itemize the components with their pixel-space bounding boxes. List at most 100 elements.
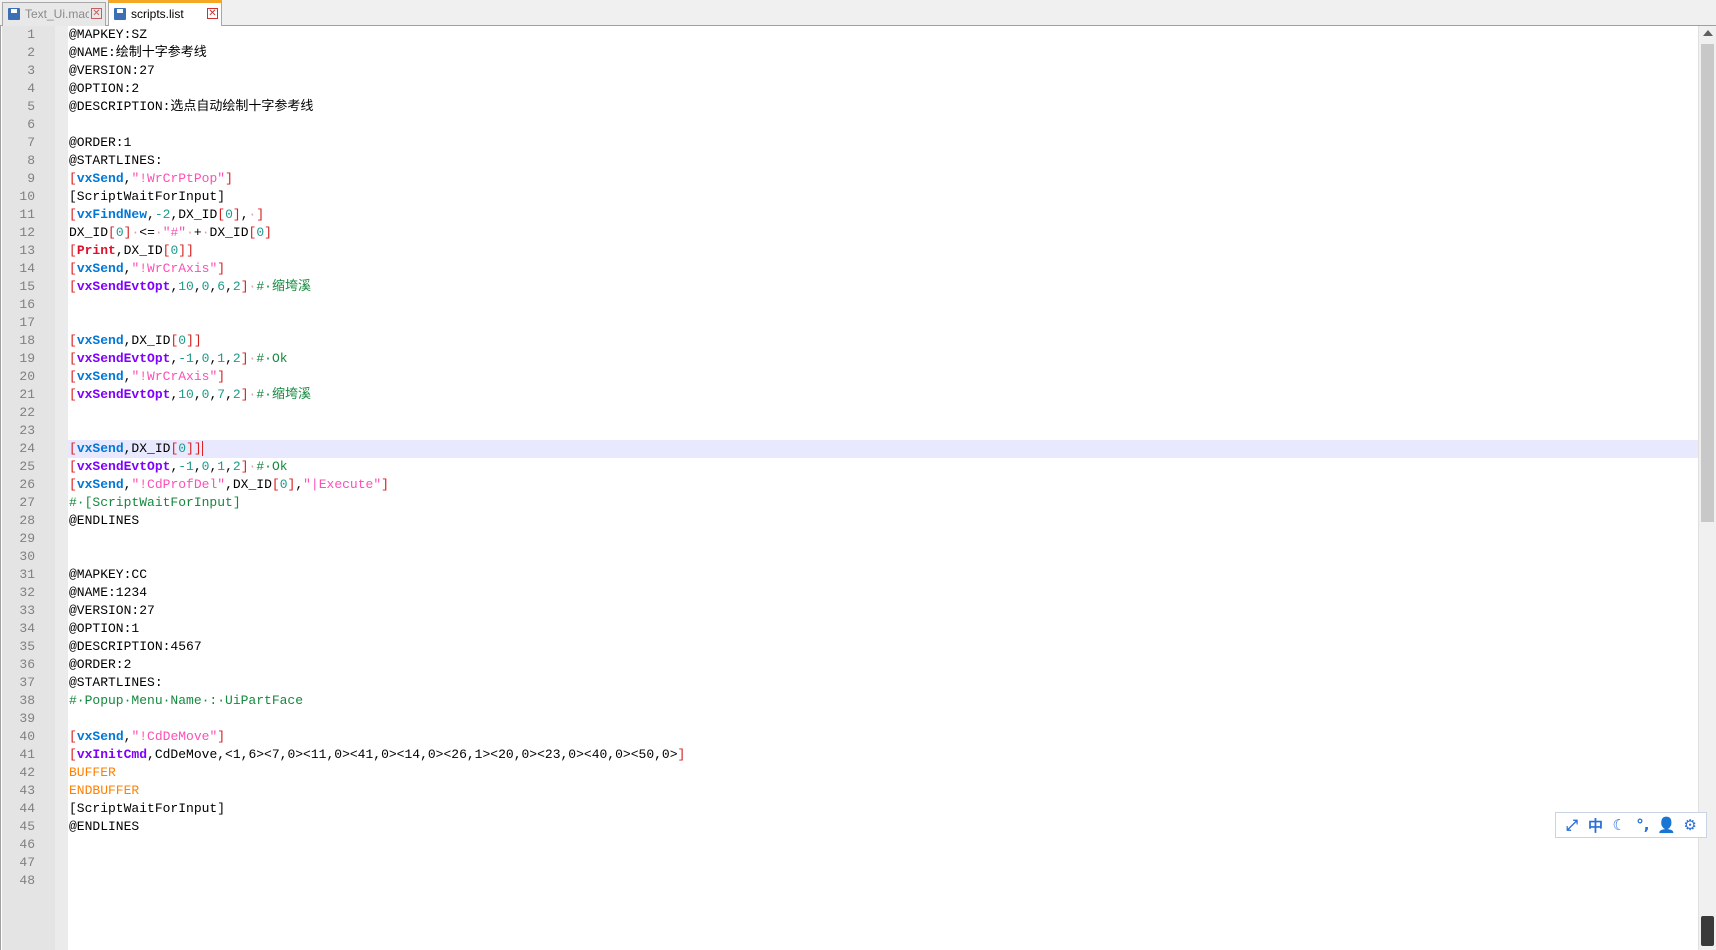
ime-settings-gear-icon[interactable]: ⚙ [1680,815,1700,835]
code-line[interactable]: 18 [vxSend,DX_ID[0]] [19,332,1698,350]
code-token: , [193,351,202,366]
code-line[interactable]: 16 [19,296,1698,314]
code-line[interactable]: 36 @ORDER:2 [19,656,1698,674]
line-code: @STARTLINES: [68,674,1698,692]
line-number: 6 [27,117,35,132]
ime-switch-icon[interactable]: ⤢ [1562,815,1582,835]
code-line[interactable]: 5 @DESCRIPTION:选点自动绘制十字参考线 [27,98,1698,116]
resize-grip[interactable] [1701,916,1714,946]
line-code: [vxSend,"!WrCrAxis"] [68,368,1698,386]
code-line[interactable]: 30 [19,548,1698,566]
code-line[interactable]: 48 [19,872,1698,890]
code-line[interactable]: 28 @ENDLINES [19,512,1698,530]
code-line[interactable]: 11 [vxFindNew,-2,DX_ID[0],·] [19,206,1698,224]
code-line[interactable]: 24 [vxSend,DX_ID[0]] [19,440,1698,458]
code-line[interactable]: 40 [vxSend,"!CdDeMove"] [19,728,1698,746]
code-line[interactable]: 25 [vxSendEvtOpt,-1,0,1,2]·#·Ok [19,458,1698,476]
fold-margin[interactable] [55,26,68,950]
tab-text-ui-mac[interactable]: Text_Ui.mac ✕ [2,2,106,26]
code-token: , [225,279,233,294]
code-line[interactable]: 8 @STARTLINES: [27,152,1698,170]
line-code: [vxSend,"!CdProfDel",DX_ID[0],"|Execute"… [68,476,1698,494]
code-line[interactable]: 39 [19,710,1698,728]
code-line[interactable]: 1 @MAPKEY:SZ [27,26,1698,44]
scroll-thumb[interactable] [1701,44,1714,522]
code-token: [ScriptWaitForInput] [69,189,226,204]
code-line[interactable]: 34 @OPTION:1 [19,620,1698,638]
code-token: 0 [256,225,265,240]
code-token: [ [271,477,280,492]
line-code: #·Popup·Menu·Name·:·UiPartFace [68,692,1698,710]
code-line[interactable]: 33 @VERSION:27 [19,602,1698,620]
code-line[interactable]: 14 [vxSend,"!WrCrAxis"] [19,260,1698,278]
line-code: @NAME:绘制十字参考线 [68,44,1698,62]
code-line[interactable]: 12 DX_ID[0]·<=·"#"·+·DX_ID[0] [19,224,1698,242]
code-token: vxSendEvtOpt [76,387,171,402]
code-line[interactable]: 17 [19,314,1698,332]
code-token: vxSend [76,333,124,348]
code-line[interactable]: 7 @ORDER:1 [27,134,1698,152]
code-token: -1 [178,459,194,474]
code-line[interactable]: 27 #·[ScriptWaitForInput] [19,494,1698,512]
code-line[interactable]: 10 [ScriptWaitForInput] [19,188,1698,206]
tab-scripts-list[interactable]: scripts.list ✕ [108,0,222,27]
code-token: , [193,459,202,474]
code-line[interactable]: 47 [19,854,1698,872]
code-line[interactable]: 45 @ENDLINES [19,818,1698,836]
code-token: @ENDLINES [69,513,140,528]
code-line[interactable]: 37 @STARTLINES: [19,674,1698,692]
code-line[interactable]: 21 [vxSendEvtOpt,10,0,7,2]·#·缩垮溪 [19,386,1698,404]
code-token: ] [217,729,226,744]
code-line[interactable]: 32 @NAME:1234 [19,584,1698,602]
line-number: 3 [27,63,35,78]
code-token: ] [217,369,226,384]
line-code: @ORDER:2 [68,656,1698,674]
code-token: @OPTION:1 [69,621,140,636]
code-area[interactable]: 1 @MAPKEY:SZ 2 @NAME:绘制十字参考线 3 @VERSION:27 4 @O… [19,26,1698,950]
ime-user-icon[interactable]: 👤 [1656,815,1676,835]
ime-halfwidth-moon-icon[interactable]: ☾ [1609,815,1629,835]
code-line[interactable]: 4 @OPTION:2 [27,80,1698,98]
code-line[interactable]: 2 @NAME:绘制十字参考线 [27,44,1698,62]
code-line[interactable]: 38 #·Popup·Menu·Name·:·UiPartFace [19,692,1698,710]
code-token: · [154,225,163,240]
code-line[interactable]: 26 [vxSend,"!CdProfDel",DX_ID[0],"|Execut… [19,476,1698,494]
scroll-up-arrow-icon[interactable] [1703,30,1713,36]
code-token: ] [264,225,272,240]
code-line[interactable]: 41 [vxInitCmd,CdDeMove,<1,6><7,0><11,0><4… [19,746,1698,764]
line-code: BUFFER [68,764,1698,782]
code-line[interactable]: 15 [vxSendEvtOpt,10,0,6,2]·#·缩垮溪 [19,278,1698,296]
line-number: 11 [19,207,35,222]
code-line[interactable]: 9 [vxSend,"!WrCrPtPop"] [27,170,1698,188]
line-number: 41 [19,747,35,762]
code-line[interactable]: 23 [19,422,1698,440]
line-number: 16 [19,297,35,312]
code-line[interactable]: 22 [19,404,1698,422]
code-line[interactable]: 13 [Print,DX_ID[0]] [19,242,1698,260]
code-line[interactable]: 46 [19,836,1698,854]
code-token: "!CdProfDel" [131,477,226,492]
line-number: 8 [27,153,35,168]
code-line[interactable]: 19 [vxSendEvtOpt,-1,0,1,2]·#·Ok [19,350,1698,368]
code-line[interactable]: 44 [ScriptWaitForInput] [19,800,1698,818]
code-line[interactable]: 6 [27,116,1698,134]
code-line[interactable]: 20 [vxSend,"!WrCrAxis"] [19,368,1698,386]
ime-chinese-mode[interactable]: 中 [1585,815,1605,835]
code-line[interactable]: 31 @MAPKEY:CC [19,566,1698,584]
editor-pane[interactable]: 1 @MAPKEY:SZ 2 @NAME:绘制十字参考线 3 @VERSION:27 4 @O… [0,26,1716,950]
code-token: vxInitCmd [76,747,148,762]
ime-punctuation-icon[interactable]: °, [1633,815,1653,835]
code-line[interactable]: 3 @VERSION:27 [27,62,1698,80]
code-line[interactable]: 42 BUFFER [19,764,1698,782]
code-token: , [225,459,233,474]
code-line[interactable]: 43 ENDBUFFER [19,782,1698,800]
code-line[interactable]: 29 [19,530,1698,548]
code-token: 2 [232,279,241,294]
close-icon[interactable]: ✕ [91,8,102,19]
close-icon[interactable]: ✕ [207,8,218,19]
code-token: ,DX_ID [123,441,171,456]
code-line[interactable]: 35 @DESCRIPTION:4567 [19,638,1698,656]
